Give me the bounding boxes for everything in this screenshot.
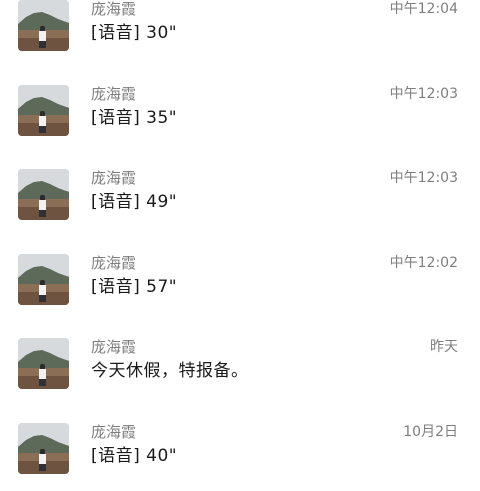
message-preview: [语音] 30"	[91, 21, 177, 45]
chat-message-list: 庞海霞 中午12:04 [语音] 30" 庞海霞 中午12:03 [语音] 35…	[0, 0, 480, 491]
message-item[interactable]: 庞海霞 昨天 今天休假，特报备。	[0, 322, 480, 407]
message-time: 昨天	[430, 337, 458, 357]
message-item[interactable]: 庞海霞 中午12:03 [语音] 49"	[0, 153, 480, 238]
contact-name: 庞海霞	[91, 253, 136, 273]
contact-name: 庞海霞	[91, 422, 136, 442]
message-time: 中午12:03	[390, 84, 458, 104]
avatar[interactable]	[18, 0, 69, 51]
contact-name: 庞海霞	[91, 84, 136, 104]
avatar[interactable]	[18, 169, 69, 220]
avatar-photo	[18, 254, 69, 305]
message-preview: [语音] 40"	[91, 444, 177, 468]
message-preview: 今天休假，特报备。	[91, 359, 249, 383]
avatar-photo	[18, 0, 69, 51]
avatar[interactable]	[18, 254, 69, 305]
contact-name: 庞海霞	[91, 0, 136, 19]
avatar-photo	[18, 338, 69, 389]
message-preview: [语音] 35"	[91, 106, 177, 130]
message-item[interactable]: 庞海霞 中午12:03 [语音] 35"	[0, 69, 480, 154]
message-preview: [语音] 49"	[91, 190, 177, 214]
message-preview: [语音] 57"	[91, 275, 177, 299]
message-item[interactable]: 庞海霞 中午12:02 [语音] 57"	[0, 238, 480, 323]
contact-name: 庞海霞	[91, 337, 136, 357]
avatar[interactable]	[18, 338, 69, 389]
avatar-photo	[18, 169, 69, 220]
message-time: 10月2日	[403, 422, 458, 442]
message-item[interactable]: 庞海霞 中午12:04 [语音] 30"	[0, 0, 480, 69]
avatar[interactable]	[18, 85, 69, 136]
message-time: 中午12:04	[390, 0, 458, 19]
message-item[interactable]: 庞海霞 10月2日 [语音] 40"	[0, 407, 480, 491]
message-time: 中午12:03	[390, 168, 458, 188]
message-time: 中午12:02	[390, 253, 458, 273]
avatar[interactable]	[18, 423, 69, 474]
avatar-photo	[18, 423, 69, 474]
contact-name: 庞海霞	[91, 168, 136, 188]
avatar-photo	[18, 85, 69, 136]
